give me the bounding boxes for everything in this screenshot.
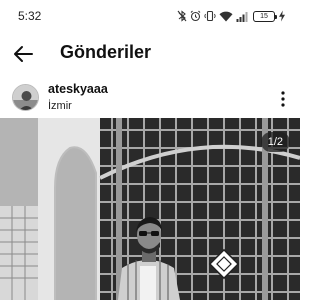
vibrate-icon (204, 10, 216, 22)
image-counter-badge: 1/2 (260, 132, 290, 152)
alarm-icon (190, 10, 201, 22)
battery-icon: 15 (253, 10, 277, 22)
post-username[interactable]: ateskyaaa (48, 82, 108, 96)
wifi-icon (219, 11, 233, 21)
status-bar: 5:32 15 (0, 0, 300, 34)
status-time: 5:32 (18, 9, 42, 23)
back-button[interactable] (10, 41, 36, 67)
charging-icon (279, 10, 285, 22)
more-vertical-icon (281, 91, 285, 107)
more-options-button[interactable] (276, 88, 290, 110)
post-header: ateskyaaa İzmir (0, 80, 300, 118)
app-header: Gönderiler (0, 34, 300, 74)
post-location[interactable]: İzmir (48, 100, 72, 112)
post-image[interactable]: 1/2 (0, 118, 300, 300)
bluetooth-off-icon (177, 10, 187, 22)
avatar-image (13, 85, 38, 110)
status-icons: 15 (177, 8, 286, 24)
arrow-left-icon (14, 46, 33, 62)
avatar[interactable] (12, 84, 39, 111)
signal-icon (236, 11, 248, 22)
page-title: Gönderiler (60, 42, 152, 62)
post-photo (0, 118, 300, 300)
